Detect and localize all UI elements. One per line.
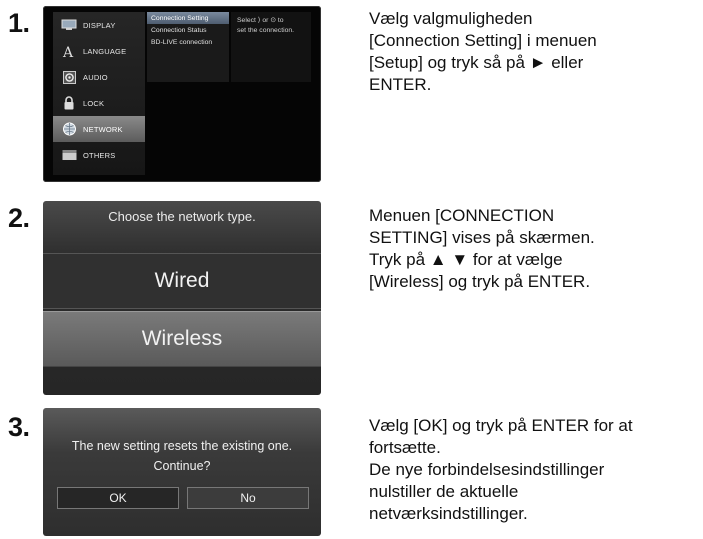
description-line: [Setup] og tryk så på ► eller (369, 53, 584, 72)
network-icon (61, 122, 77, 136)
help-text-line: set the connection. (237, 27, 295, 34)
menu-label: AUDIO (83, 72, 108, 82)
step-number-3: 3. (8, 412, 30, 442)
ok-button[interactable]: OK (57, 487, 179, 509)
description-line: Tryk på ▲ ▼ for at vælge (369, 250, 563, 269)
setup-menu: DISPLAY A LANGUAGE AUDIO LOCK NETWORK OT… (53, 12, 145, 175)
setup-menu-screen: DISPLAY A LANGUAGE AUDIO LOCK NETWORK OT… (43, 6, 321, 182)
confirm-message-line: Continue? (153, 459, 211, 473)
no-button[interactable]: No (187, 487, 309, 509)
help-panel: Select ⟩ or ⊙ to set the connection. (231, 12, 311, 82)
description-line: netværksindstillinger. (369, 504, 528, 523)
step-2-description: Menuen [CONNECTION SETTING] vises på skæ… (369, 205, 699, 293)
submenu-item-connection-status[interactable]: Connection Status (147, 24, 229, 36)
menu-item-network[interactable]: NETWORK (53, 116, 145, 142)
description-line: nulstiller de aktuelle (369, 482, 519, 501)
menu-label: LANGUAGE (83, 46, 127, 56)
menu-label: DISPLAY (83, 20, 116, 30)
menu-label: OTHERS (83, 150, 116, 160)
description-line: Vælg [OK] og tryk på ENTER for at (369, 416, 633, 435)
display-icon (61, 19, 77, 32)
option-wired[interactable]: Wired (43, 253, 321, 309)
step-number-2: 2. (8, 203, 30, 233)
option-wireless[interactable]: Wireless (43, 311, 321, 367)
menu-item-others[interactable]: OTHERS (53, 142, 145, 168)
help-text-line: Select ⟩ or ⊙ to (237, 17, 284, 24)
confirm-dialog: The new setting resets the existing one.… (43, 408, 321, 536)
description-line: [Wireless] og tryk på ENTER. (369, 272, 591, 291)
menu-label: NETWORK (83, 124, 123, 134)
menu-item-display[interactable]: DISPLAY (53, 12, 145, 38)
dialog-title: Choose the network type. (108, 209, 256, 224)
confirm-message: The new setting resets the existing one.… (43, 436, 321, 476)
network-submenu: Connection Setting Connection Status BD-… (147, 12, 229, 82)
menu-item-language[interactable]: A LANGUAGE (53, 38, 145, 64)
description-line: fortsætte. (369, 438, 441, 457)
step-3-description: Vælg [OK] og tryk på ENTER for at fortsæ… (369, 415, 699, 525)
confirm-message-line: The new setting resets the existing one. (71, 439, 293, 453)
menu-item-audio[interactable]: AUDIO (53, 64, 145, 90)
network-type-dialog: Choose the network type. Wired Wireless (43, 201, 321, 395)
submenu-item-connection-setting[interactable]: Connection Setting (147, 12, 229, 24)
language-icon: A (61, 45, 77, 58)
description-line: ENTER. (369, 75, 432, 94)
audio-icon (61, 70, 77, 84)
description-line: [Connection Setting] i menuen (369, 31, 597, 50)
menu-item-lock[interactable]: LOCK (53, 90, 145, 116)
description-line: De nye forbindelsesindstillinger (369, 460, 605, 479)
description-line: Menuen [CONNECTION (369, 206, 555, 225)
description-line: SETTING] vises på skærmen. (369, 228, 595, 247)
others-icon (61, 149, 77, 162)
menu-label: LOCK (83, 98, 105, 108)
step-1-description: Vælg valgmuligheden [Connection Setting]… (369, 8, 699, 96)
step-number-1: 1. (8, 8, 30, 38)
svg-text:A: A (62, 45, 74, 58)
submenu-item-bd-live-connection[interactable]: BD-LIVE connection (147, 36, 229, 48)
description-line: Vælg valgmuligheden (369, 9, 533, 28)
lock-icon (61, 96, 77, 110)
